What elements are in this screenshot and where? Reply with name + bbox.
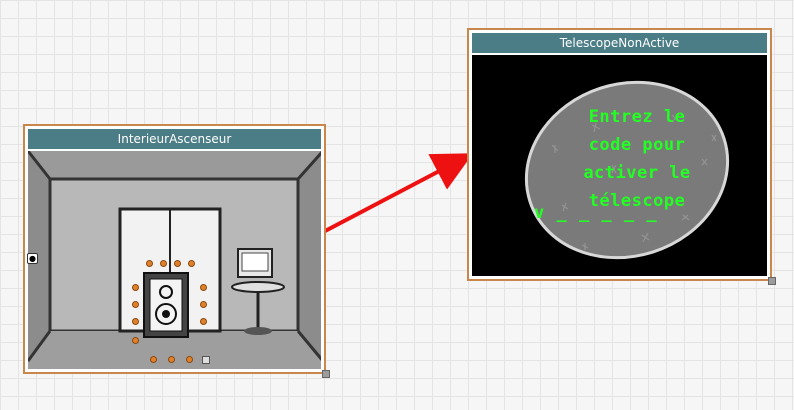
hotspot-point[interactable] [188, 260, 195, 267]
hotspot-point[interactable] [132, 301, 139, 308]
hotspot-point[interactable] [160, 260, 167, 267]
node-resize-handle[interactable] [322, 370, 330, 378]
hotspot-point[interactable] [132, 318, 139, 325]
hotspot-resize-handle[interactable] [202, 356, 210, 364]
node-title-bar[interactable]: TelescopeNonActive [472, 33, 767, 53]
scene-thumbnail-elevator [28, 151, 321, 369]
hotspot-point[interactable] [150, 356, 157, 363]
hotspot-point[interactable] [132, 337, 139, 344]
node-resize-handle[interactable] [768, 277, 776, 285]
hotspot-point[interactable] [186, 356, 193, 363]
scene-node-interieur-ascenseur[interactable]: InterieurAscenseur [23, 124, 330, 378]
hotspot-point[interactable] [200, 318, 207, 325]
node-title: TelescopeNonActive [559, 36, 680, 50]
telescope-prompt-text: Entrez le code pour activer le télescope [583, 107, 691, 211]
scene-node-telescope-non-active[interactable]: TelescopeNonActive Entrez le code pour a… [467, 28, 776, 285]
hotspot-point[interactable] [132, 284, 139, 291]
node-title: InterieurAscenseur [117, 132, 232, 146]
hotspot-point[interactable] [200, 301, 207, 308]
lock-icon[interactable]: ● [27, 253, 38, 264]
hotspot-point[interactable] [168, 356, 175, 363]
hotspot-point[interactable] [174, 260, 181, 267]
node-title-bar[interactable]: InterieurAscenseur [28, 129, 321, 149]
telescope-code-entry: v _ _ _ _ _ [534, 203, 658, 223]
hotspot-point[interactable] [146, 260, 153, 267]
hotspot-point[interactable] [200, 284, 207, 291]
scene-thumbnail-telescope: Entrez le code pour activer le télescope… [472, 55, 767, 276]
